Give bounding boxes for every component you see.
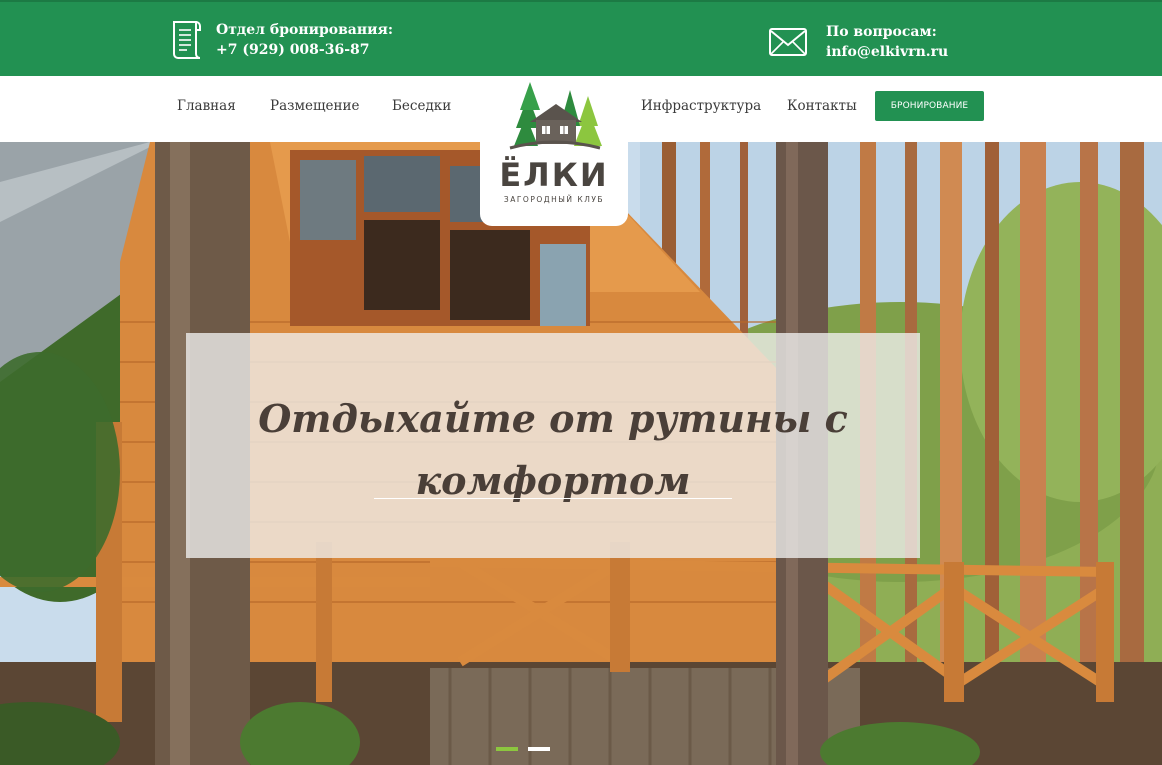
hero-headline-line-2: комфортом [415,458,691,503]
nav-item-accommodation[interactable]: Размещение [270,98,360,114]
booking-button[interactable]: бронирование [875,91,984,121]
logo-trees-house-icon [509,82,602,150]
logo-wordmark: ЁЛКИ [499,156,609,194]
nav-item-home[interactable]: Главная [177,98,236,114]
hero-slider: Отдыхайте от рутины с комфортом [0,142,1162,765]
nav-item-contacts[interactable]: Контакты [787,98,857,114]
nav-item-gazebos[interactable]: Беседки [392,98,451,114]
booking-label: Отдел бронирования: [216,22,394,38]
hero-caption-box: Отдыхайте от рутины с комфортом [186,333,920,558]
scroll-document-icon [173,21,201,59]
slider-dot-2[interactable] [528,747,550,751]
nav-item-infrastructure[interactable]: Инфраструктура [641,98,761,114]
questions-contact: По вопросам: info@elkivrn.ru [768,22,948,62]
questions-email[interactable]: info@elkivrn.ru [826,42,948,62]
hero-headline: Отдыхайте от рутины с комфортом [186,388,920,512]
envelope-icon [769,28,807,56]
logo[interactable]: ЁЛКИ ЗАГОРОДНЫЙ КЛУБ [480,76,628,226]
questions-label: По вопросам: [826,24,937,40]
hero-headline-line-1: Отдыхайте от рутины с [258,396,848,441]
logo-subtitle: ЗАГОРОДНЫЙ КЛУБ [503,195,605,204]
hero-divider [374,498,732,499]
booking-contact: Отдел бронирования: +7 (929) 008-36-87 [168,18,393,62]
slider-dot-1[interactable] [496,747,518,751]
slider-pagination [496,747,550,751]
contact-bar: Отдел бронирования: +7 (929) 008-36-87 П… [0,0,1162,76]
booking-phone[interactable]: +7 (929) 008-36-87 [216,40,393,60]
